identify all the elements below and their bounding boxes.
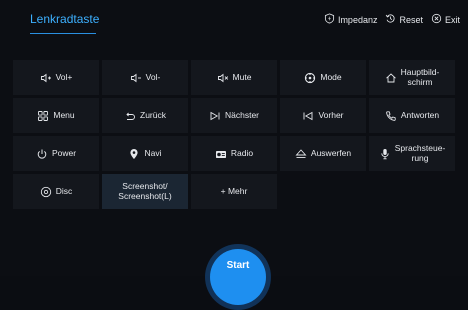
tab-underline [30, 33, 96, 34]
radio-label: Radio [230, 147, 254, 158]
more-label: + Mehr [220, 185, 248, 196]
power-button[interactable]: Power [13, 136, 99, 171]
mute-label: Mute [232, 71, 252, 82]
back-arrow-icon [124, 110, 136, 122]
disc-icon [40, 186, 52, 198]
tab-steering-wheel-keys[interactable]: Lenkradtaste [30, 12, 99, 26]
skip-next-icon [209, 110, 221, 122]
mute-button[interactable]: Mute [191, 60, 277, 95]
impedance-label: Impedanz [337, 14, 378, 25]
radio-icon [215, 148, 227, 160]
more-button[interactable]: + Mehr [191, 174, 277, 209]
impedance-button[interactable]: Impedanz [324, 13, 378, 26]
previous-label: Vorher [318, 109, 344, 120]
exit-label: Exit [444, 14, 460, 25]
disc-label: Disc [55, 185, 73, 196]
radio-button[interactable]: Radio [191, 136, 277, 171]
header-actions: Impedanz Reset Exit [324, 13, 460, 26]
screenshot-label: Screenshot/ Screenshot(L) [118, 180, 172, 201]
answer-label: Antworten [400, 109, 440, 120]
next-button[interactable]: Nächster [191, 98, 277, 133]
grid-menu-icon [37, 110, 49, 122]
reset-icon [385, 13, 396, 26]
disc-button[interactable]: Disc [13, 174, 99, 209]
key-function-grid: Vol+ Vol- Mute Mode Hauptbild- schirm Me… [13, 60, 457, 209]
vol-down-button[interactable]: Vol- [102, 60, 188, 95]
exit-button[interactable]: Exit [431, 13, 460, 26]
location-pin-icon [128, 148, 140, 160]
navi-button[interactable]: Navi [102, 136, 188, 171]
voice-control-label: Sprachsteue- rung [394, 142, 446, 163]
microphone-icon [379, 148, 391, 160]
mode-label: Mode [320, 71, 342, 82]
close-circle-icon [431, 13, 442, 26]
menu-button[interactable]: Menu [13, 98, 99, 133]
voice-control-button[interactable]: Sprachsteue- rung [369, 136, 455, 171]
home-screen-label: Hauptbild- schirm [400, 66, 440, 87]
answer-button[interactable]: Antworten [369, 98, 455, 133]
previous-button[interactable]: Vorher [280, 98, 366, 133]
shield-bolt-icon [324, 13, 335, 26]
eject-button[interactable]: Auswerfen [280, 136, 366, 171]
speaker-minus-icon [130, 72, 142, 84]
vol-up-label: Vol+ [55, 71, 73, 82]
vol-down-label: Vol- [145, 71, 161, 82]
power-label: Power [51, 147, 77, 158]
speaker-mute-icon [217, 72, 229, 84]
skip-previous-icon [302, 110, 314, 122]
back-label: Zurück [140, 109, 166, 120]
home-icon [385, 72, 397, 84]
start-label: Start [226, 260, 250, 271]
header: Lenkradtaste Impedanz Reset Exit [0, 0, 468, 40]
back-button[interactable]: Zurück [102, 98, 188, 133]
home-screen-button[interactable]: Hauptbild- schirm [369, 60, 455, 95]
power-icon [36, 148, 48, 160]
phone-icon [385, 110, 397, 122]
navi-label: Navi [144, 147, 162, 158]
eject-label: Auswerfen [310, 147, 352, 158]
screenshot-button[interactable]: Screenshot/ Screenshot(L) [102, 174, 188, 209]
vol-up-button[interactable]: Vol+ [13, 60, 99, 95]
reset-label: Reset [399, 14, 423, 25]
steering-wheel-key-screen: Lenkradtaste Impedanz Reset Exit Vol+ Vo… [0, 0, 468, 310]
mode-button[interactable]: Mode [280, 60, 366, 95]
start-button[interactable]: Start [210, 249, 266, 305]
speaker-plus-icon [40, 72, 52, 84]
menu-label: Menu [53, 109, 75, 120]
eject-icon [295, 148, 307, 160]
reset-button[interactable]: Reset [385, 13, 423, 26]
next-label: Nächster [224, 109, 259, 120]
mode-icon [304, 72, 316, 84]
